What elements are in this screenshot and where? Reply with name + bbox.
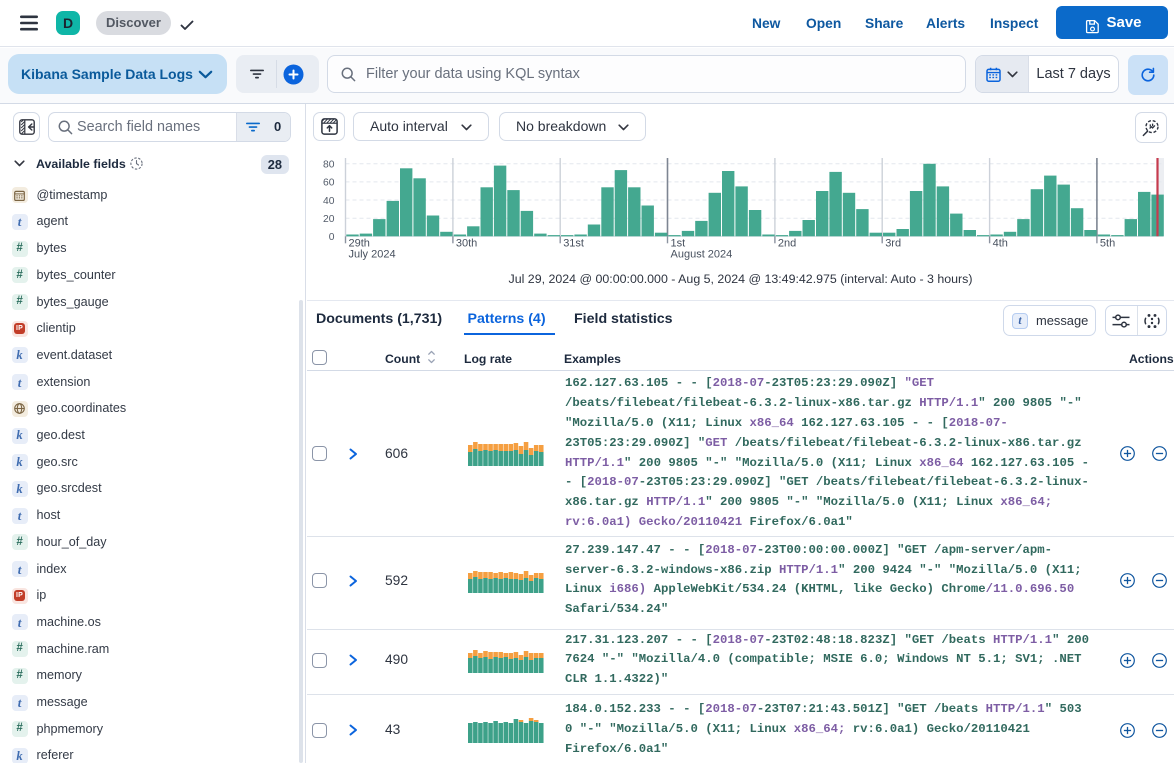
svg-text:4th: 4th — [993, 238, 1008, 250]
svg-text:5th: 5th — [1100, 238, 1115, 250]
svg-text:31st: 31st — [563, 238, 584, 250]
svg-text:80: 80 — [323, 160, 335, 171]
svg-text:August 2024: August 2024 — [671, 248, 733, 260]
svg-text:3rd: 3rd — [885, 238, 901, 250]
svg-text:2nd: 2nd — [778, 238, 796, 250]
svg-text:July 2024: July 2024 — [349, 248, 396, 260]
svg-text:0: 0 — [329, 232, 335, 243]
svg-text:40: 40 — [323, 196, 335, 207]
svg-text:60: 60 — [323, 178, 335, 189]
svg-text:30th: 30th — [456, 238, 477, 250]
svg-text:20: 20 — [323, 214, 335, 225]
